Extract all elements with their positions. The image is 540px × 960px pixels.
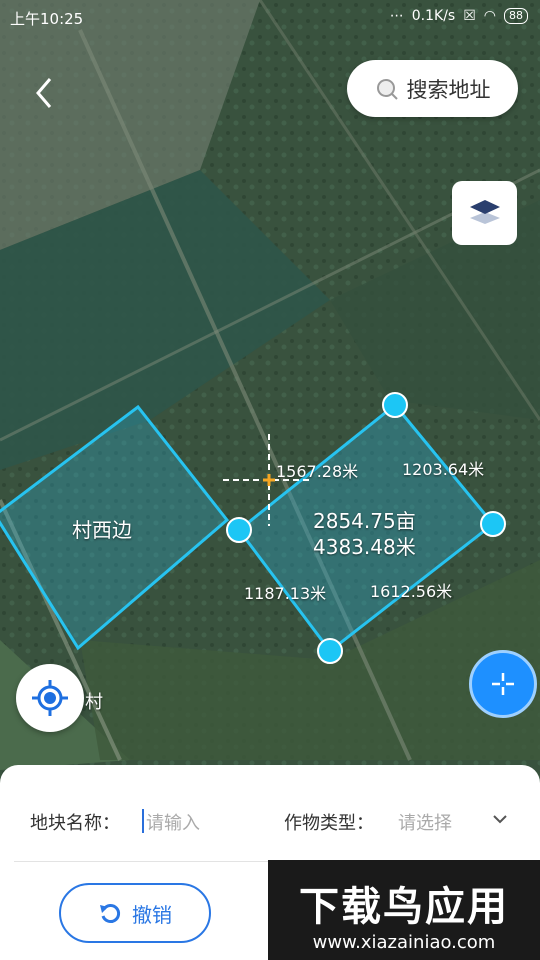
search-address-button[interactable]: 搜索地址: [347, 60, 518, 117]
back-button[interactable]: [30, 75, 60, 111]
area-label: 2854.75亩: [313, 509, 416, 533]
plot-name-label: 村西边: [72, 518, 132, 542]
village-label: 村: [85, 692, 103, 713]
search-icon: [376, 78, 398, 100]
undo-label: 撤销: [132, 902, 172, 927]
measure-button[interactable]: [469, 650, 537, 718]
edge-length-label: 1612.56米: [370, 582, 453, 601]
crop-type-field-label: 作物类型：: [284, 813, 374, 834]
plot-name-input[interactable]: 请输入: [146, 809, 200, 835]
undo-button[interactable]: 撤销: [59, 883, 211, 943]
chevron-down-icon[interactable]: [492, 811, 508, 832]
measure-icon: [492, 673, 514, 695]
plot-name-field-label: 地块名称：: [30, 813, 120, 834]
wifi-icon: ◠: [483, 8, 496, 24]
layers-button[interactable]: [452, 181, 517, 245]
edge-length-label: 1203.64米: [402, 460, 485, 479]
vertex-handle[interactable]: [226, 517, 252, 543]
vertex-handle[interactable]: [382, 392, 408, 418]
undo-icon: [100, 904, 121, 923]
edge-length-label: 1187.13米: [244, 584, 327, 603]
signal-icon: ⋯: [389, 8, 404, 24]
vertex-handle[interactable]: [480, 511, 506, 537]
layers-icon: [469, 200, 500, 224]
vertex-handle[interactable]: [317, 638, 343, 664]
locate-button[interactable]: [16, 664, 84, 732]
chevron-left-icon: [36, 78, 52, 108]
watermark-title: 下载鸟应用: [299, 884, 509, 930]
perimeter-label: 4383.48米: [313, 535, 416, 559]
watermark-url: www.xiazainiao.com: [312, 932, 496, 953]
status-time: 上午10:25: [10, 10, 84, 28]
edge-length-label: 1567.28米: [276, 462, 359, 481]
network-speed: 0.1K/s: [411, 8, 456, 24]
locate-icon: [32, 680, 68, 716]
search-label: 搜索地址: [406, 77, 491, 102]
notification-icon: ☒: [463, 8, 476, 24]
battery-badge: 88: [504, 8, 528, 24]
crop-type-select[interactable]: 请选择: [398, 809, 452, 835]
watermark-banner: 下载鸟应用 www.xiazainiao.com: [268, 860, 540, 960]
status-bar: 上午10:25 ⋯ 0.1K/s ☒ ◠ 88: [0, 0, 540, 36]
text-cursor: [142, 809, 144, 833]
